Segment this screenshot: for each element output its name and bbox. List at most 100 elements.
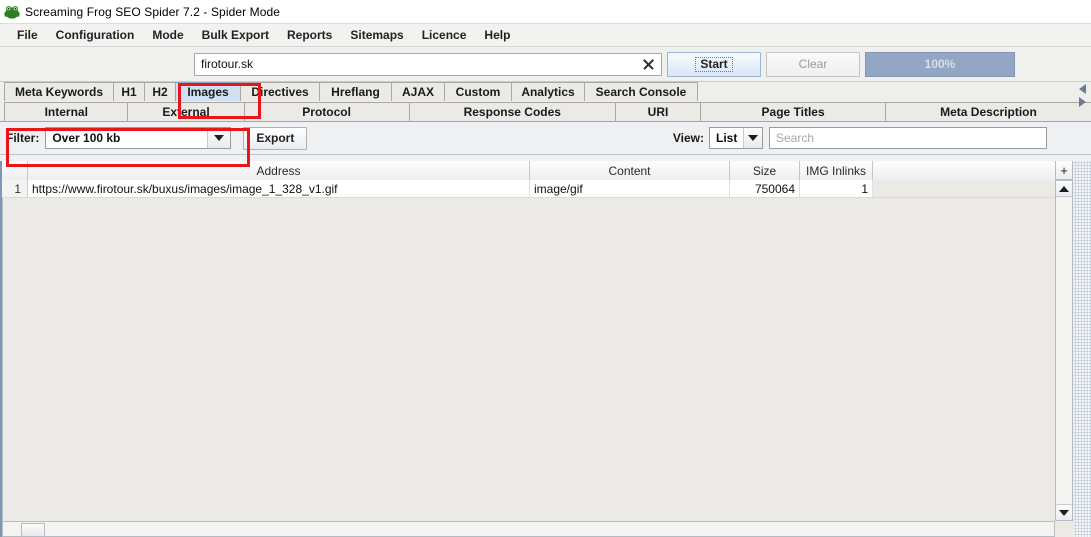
clear-button-label: Clear: [798, 57, 828, 71]
results-table: Address Content Size IMG Inlinks 1 https…: [2, 161, 1055, 521]
start-button-label: Start: [695, 56, 733, 72]
chevron-down-icon[interactable]: [207, 128, 231, 148]
tab-label: External: [162, 105, 210, 119]
url-input[interactable]: [195, 53, 633, 75]
results-table-area: Address Content Size IMG Inlinks 1 https…: [0, 161, 1091, 537]
menu-item-file[interactable]: File: [8, 26, 47, 44]
url-field-wrapper[interactable]: [194, 52, 662, 76]
cell-size: 750064: [730, 180, 800, 197]
tab-internal[interactable]: Internal: [4, 102, 129, 121]
filter-select-value: Over 100 kb: [52, 131, 121, 145]
table-row[interactable]: 1 https://www.firotour.sk/buxus/images/i…: [2, 180, 1055, 198]
cell-address[interactable]: https://www.firotour.sk/buxus/images/ima…: [28, 180, 530, 197]
table-header-row: Address Content Size IMG Inlinks: [2, 161, 1055, 180]
title-bar: Screaming Frog SEO Spider 7.2 - Spider M…: [0, 0, 1091, 24]
add-column-button[interactable]: +: [1055, 161, 1073, 180]
menu-item-mode[interactable]: Mode: [143, 26, 192, 44]
tab-analytics[interactable]: Analytics: [511, 82, 585, 101]
crawl-progress-bar: 100%: [865, 51, 1015, 77]
export-button-label: Export: [256, 131, 295, 145]
column-header-size[interactable]: Size: [730, 161, 800, 180]
horizontal-scrollbar-thumb[interactable]: [21, 523, 45, 537]
export-button[interactable]: Export: [243, 126, 308, 150]
window-title: Screaming Frog SEO Spider 7.2 - Spider M…: [25, 4, 281, 19]
triangle-up-icon[interactable]: [1056, 181, 1072, 197]
tab-external[interactable]: External: [127, 102, 245, 121]
spider-toolbar: Start Clear 100%: [0, 47, 1091, 82]
cell-content: image/gif: [530, 180, 730, 197]
tab-search-console[interactable]: Search Console: [584, 82, 698, 101]
search-field-wrapper[interactable]: [769, 127, 1047, 149]
tab-response-codes[interactable]: Response Codes: [408, 102, 616, 121]
view-label: View:: [672, 131, 704, 145]
tab-label: Hreflang: [331, 85, 380, 99]
menu-item-configuration[interactable]: Configuration: [47, 26, 144, 44]
tab-ajax[interactable]: AJAX: [391, 82, 445, 101]
tab-directives[interactable]: Directives: [240, 82, 320, 101]
tab-page-titles[interactable]: Page Titles: [700, 102, 886, 121]
tab-label: AJAX: [401, 85, 434, 99]
chevron-right-icon[interactable]: [1078, 97, 1086, 107]
horizontal-scrollbar[interactable]: [2, 521, 1055, 537]
chevron-down-icon[interactable]: [743, 128, 762, 148]
column-header-inlinks[interactable]: IMG Inlinks: [800, 161, 873, 180]
tab-custom[interactable]: Custom: [444, 82, 512, 101]
column-header-rownum[interactable]: [2, 161, 28, 180]
filter-label: Filter:: [6, 131, 40, 145]
view-select-value: List: [716, 131, 738, 145]
table-body: 1 https://www.firotour.sk/buxus/images/i…: [2, 180, 1055, 198]
tab-label: Protocol: [302, 105, 351, 119]
menu-item-help[interactable]: Help: [475, 26, 519, 44]
window-resize-rail: [1074, 161, 1091, 537]
cell-filler: [873, 180, 1055, 197]
filter-select[interactable]: Over 100 kb: [45, 127, 232, 149]
clear-button[interactable]: Clear: [766, 51, 860, 77]
menu-item-licence[interactable]: Licence: [413, 26, 476, 44]
tab-uri[interactable]: URI: [614, 102, 702, 121]
cell-inlinks: 1: [800, 180, 873, 197]
tab-label: Images: [187, 85, 229, 99]
column-header-address[interactable]: Address: [28, 161, 530, 180]
tab-scroll-controls: [1075, 84, 1089, 114]
chevron-left-icon[interactable]: [1078, 84, 1086, 94]
tab-label: Meta Description: [940, 105, 1037, 119]
tab-label: Response Codes: [463, 105, 561, 119]
frog-icon: [4, 4, 20, 20]
tab-images[interactable]: Images: [175, 82, 241, 101]
filter-bar: Filter: Over 100 kb Export View: List: [0, 122, 1091, 155]
menu-item-sitemaps[interactable]: Sitemaps: [341, 26, 412, 44]
tab-label: H2: [152, 85, 168, 99]
tab-label: Custom: [455, 85, 501, 99]
tab-label: Meta Keywords: [14, 85, 104, 99]
triangle-down-icon[interactable]: [1056, 504, 1072, 520]
tab-h1[interactable]: H1: [113, 82, 145, 101]
tab-label: Directives: [251, 85, 309, 99]
start-button[interactable]: Start: [667, 51, 761, 77]
tab-label: Internal: [44, 105, 88, 119]
tab-label: H1: [121, 85, 137, 99]
tab-protocol[interactable]: Protocol: [243, 102, 410, 121]
tab-meta-keywords[interactable]: Meta Keywords: [4, 82, 114, 101]
close-icon[interactable]: [642, 58, 655, 71]
tab-strip: Meta Keywords H1 H2 Images Directives Hr…: [0, 82, 1091, 122]
tab-hreflang[interactable]: Hreflang: [319, 82, 392, 101]
column-header-filler: [873, 161, 1055, 180]
column-header-content[interactable]: Content: [530, 161, 730, 180]
table-empty-space: [2, 198, 1055, 521]
cell-rownum: 1: [2, 180, 28, 197]
tab-label: URI: [647, 105, 669, 119]
app-window: Screaming Frog SEO Spider 7.2 - Spider M…: [0, 0, 1091, 537]
tab-row-secondary: Internal External Protocol Response Code…: [4, 102, 1091, 121]
vertical-scrollbar[interactable]: [1055, 180, 1073, 521]
tab-label: Page Titles: [761, 105, 825, 119]
view-select[interactable]: List: [709, 127, 763, 149]
tab-h2[interactable]: H2: [144, 82, 176, 101]
search-input[interactable]: [770, 128, 1046, 148]
menu-item-bulk-export[interactable]: Bulk Export: [193, 26, 278, 44]
crawl-progress-label: 100%: [924, 57, 956, 71]
tab-meta-description[interactable]: Meta Description: [884, 102, 1091, 121]
tab-row-primary: Meta Keywords H1 H2 Images Directives Hr…: [4, 82, 1091, 101]
tab-label: Search Console: [595, 85, 687, 99]
menu-item-reports[interactable]: Reports: [278, 26, 341, 44]
tab-label: Analytics: [521, 85, 575, 99]
